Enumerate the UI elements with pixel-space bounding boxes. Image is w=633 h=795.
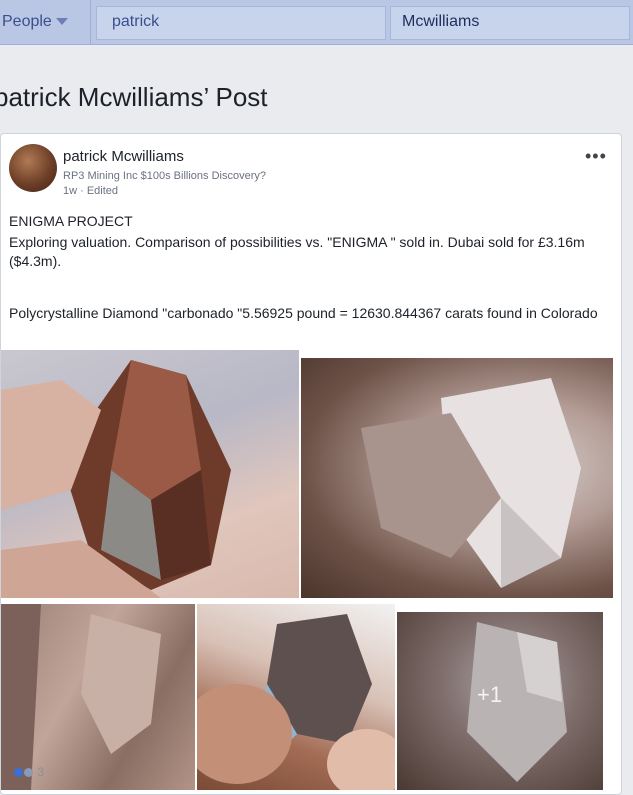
photo-5[interactable]: +1 [397, 612, 603, 790]
avatar[interactable] [9, 144, 57, 192]
photo-1[interactable] [1, 350, 299, 598]
last-name-value: Mcwilliams [402, 13, 480, 30]
reactions-summary[interactable]: 3 [14, 765, 44, 779]
caret-down-icon [55, 18, 68, 26]
second-reaction-icon [24, 768, 33, 778]
post-time[interactable]: 1w [63, 185, 77, 197]
post-text-body: Exploring valuation. Comparison of possi… [9, 234, 585, 269]
post-card: patrick Mcwilliams RP3 Mining Inc $100s … [0, 133, 622, 795]
post-text-heading: ENIGMA PROJECT [9, 213, 133, 229]
photo-3[interactable] [1, 604, 195, 790]
people-filter-dropdown[interactable]: People [2, 0, 91, 44]
photo-2[interactable] [301, 358, 613, 598]
reaction-count: 3 [37, 765, 45, 779]
post-edited: Edited [86, 185, 119, 197]
more-options-icon[interactable]: ••• [585, 146, 607, 167]
photo-grid: +1 [1, 350, 621, 790]
post-text-detail: Polycrystalline Diamond "carbonado "5.56… [9, 305, 598, 321]
post-author[interactable]: patrick Mcwilliams [63, 148, 184, 165]
like-reaction-icon [14, 768, 23, 778]
page-title: patrick Mcwilliams’ Post [0, 82, 268, 112]
more-photos-count: +1 [477, 682, 503, 707]
post-group-link[interactable]: RP3 Mining Inc $100s Billions Discovery? [63, 170, 266, 182]
photo-4[interactable] [197, 604, 395, 790]
first-name-value: patrick [112, 13, 160, 30]
people-filter-label: People [2, 13, 52, 30]
search-bar: People patrick Mcwilliams [0, 0, 633, 45]
post-meta: 1w · Edited [63, 185, 119, 197]
